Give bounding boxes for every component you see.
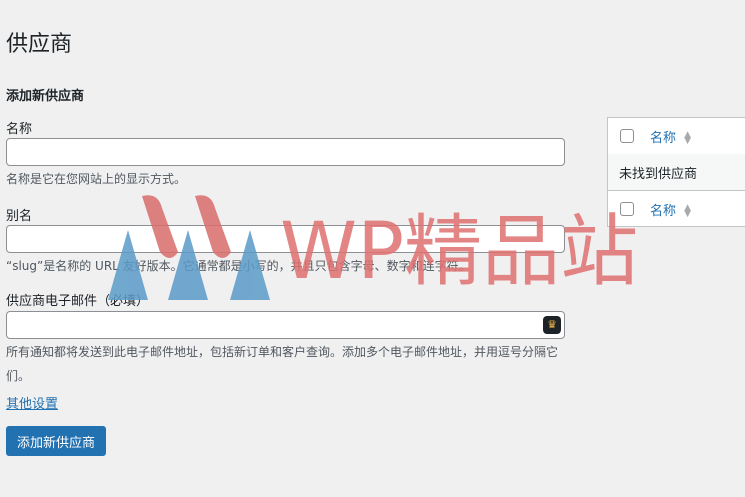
sort-arrows-icon: ▲ ▼ bbox=[684, 203, 692, 219]
add-new-vendor-heading: 添加新供应商 bbox=[6, 89, 85, 104]
other-settings-link[interactable]: 其他设置 bbox=[6, 393, 58, 412]
slug-input[interactable] bbox=[6, 225, 565, 253]
table-header-row: 名称 ▲ ▼ bbox=[608, 118, 745, 155]
empty-row: 未找到供应商 bbox=[608, 154, 745, 190]
vendors-list-table: 名称 ▲ ▼ 未找到供应商 名称 ▲ ▼ bbox=[607, 117, 745, 227]
sort-arrows-icon: ▲ ▼ bbox=[684, 130, 692, 146]
name-label: 名称 bbox=[6, 122, 33, 137]
email-input[interactable] bbox=[6, 311, 565, 339]
select-all-checkbox[interactable] bbox=[620, 129, 634, 143]
email-label: 供应商电子邮件（必填） bbox=[6, 294, 150, 309]
page-title: 供应商 bbox=[6, 32, 73, 57]
name-description: 名称是它在您网站上的显示方式。 bbox=[6, 172, 187, 186]
column-name-sort[interactable]: 名称 ▲ ▼ bbox=[650, 127, 691, 146]
name-input[interactable] bbox=[6, 138, 565, 166]
password-manager-icon[interactable]: ♛ bbox=[543, 316, 561, 334]
empty-message: 未找到供应商 bbox=[619, 166, 698, 182]
slug-description: “slug”是名称的 URL 友好版本。它通常都是小写的，并且只包含字母、数字和… bbox=[6, 259, 471, 273]
add-new-vendor-button[interactable]: 添加新供应商 bbox=[6, 426, 106, 456]
table-footer-row: 名称 ▲ ▼ bbox=[608, 190, 745, 227]
column-name-sort-footer[interactable]: 名称 ▲ ▼ bbox=[650, 200, 691, 219]
slug-label: 别名 bbox=[6, 209, 33, 224]
column-name-label: 名称 bbox=[650, 130, 677, 146]
email-description: 所有通知都将发送到此电子邮件地址，包括新订单和客户查询。添加多个电子邮件地址，并… bbox=[6, 345, 559, 383]
select-all-checkbox-footer[interactable] bbox=[620, 202, 634, 216]
column-name-label-footer: 名称 bbox=[650, 203, 677, 219]
